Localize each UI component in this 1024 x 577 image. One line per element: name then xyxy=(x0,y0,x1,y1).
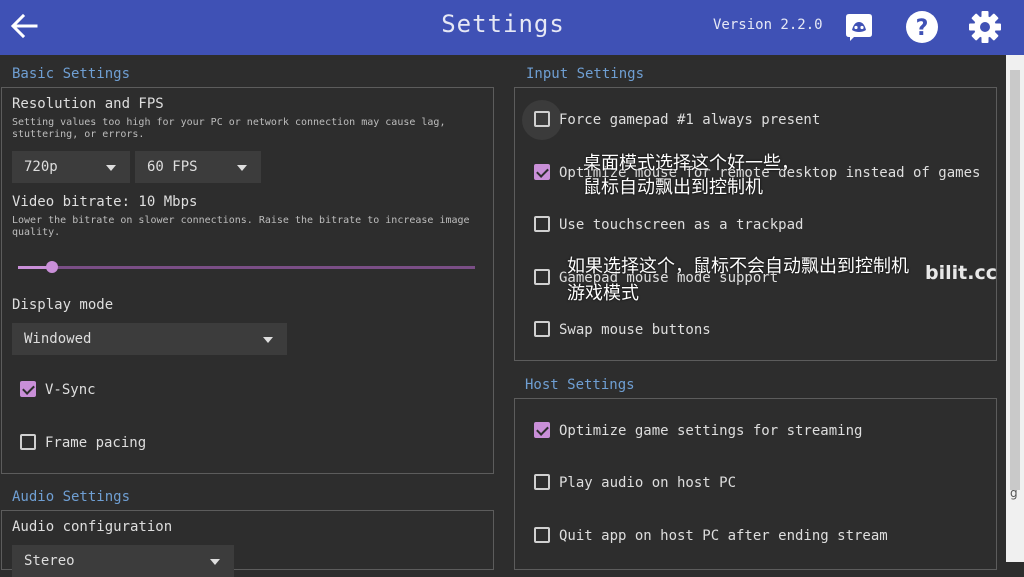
chevron-down-icon xyxy=(106,165,116,171)
display-mode-value: Windowed xyxy=(24,331,92,347)
help-icon[interactable]: ? xyxy=(905,10,939,44)
annotation-note-desktop-line1: 桌面模式选择这个好一些， xyxy=(583,153,799,174)
svg-text:?: ? xyxy=(916,16,929,41)
annotation-note-game-line2: 游戏模式 xyxy=(567,283,639,304)
touchscreen-trackpad-checkbox[interactable] xyxy=(534,216,550,232)
gamepad-mouse-checkbox[interactable] xyxy=(534,269,550,285)
host-settings-title: Host Settings xyxy=(525,377,635,393)
play-audio-host-label: Play audio on host PC xyxy=(559,475,737,491)
bitrate-hint-line2: quality. xyxy=(12,227,61,238)
touchscreen-trackpad-label: Use touchscreen as a trackpad xyxy=(559,217,804,233)
bitrate-label: Video bitrate: 10 Mbps xyxy=(12,194,198,210)
audio-config-dropdown[interactable]: Stereo xyxy=(12,545,234,577)
basic-settings-title: Basic Settings xyxy=(12,66,131,82)
annotation-note-game-line1: 如果选择这个，鼠标不会自动飘出到控制机 xyxy=(567,256,909,277)
frame-pacing-label: Frame pacing xyxy=(45,435,147,451)
resolution-fps-label: Resolution and FPS xyxy=(12,96,164,112)
resolution-hint-line2: stuttering, or errors. xyxy=(12,129,145,140)
swap-mouse-label: Swap mouse buttons xyxy=(559,322,711,338)
resolution-dropdown[interactable]: 720p xyxy=(12,151,130,183)
version-label: Version 2.2.0 xyxy=(713,17,823,33)
resolution-value: 720p xyxy=(24,159,58,175)
resolution-hint-line1: Setting values too high for your PC or n… xyxy=(12,117,446,128)
gear-icon[interactable] xyxy=(968,10,1002,44)
display-mode-label: Display mode xyxy=(12,297,114,313)
optimize-game-label: Optimize game settings for streaming xyxy=(559,423,863,439)
basic-settings-panel xyxy=(1,87,494,474)
frame-pacing-checkbox[interactable] xyxy=(20,434,36,450)
audio-settings-title: Audio Settings xyxy=(12,489,131,505)
annotation-note-desktop-line2: 鼠标自动飘出到控制机 xyxy=(583,177,763,198)
audio-config-value: Stereo xyxy=(24,553,75,569)
fps-value: 60 FPS xyxy=(147,159,198,175)
force-gamepad-checkbox[interactable] xyxy=(534,111,550,127)
watermark-text: bilit.cc xyxy=(925,262,997,284)
chevron-down-icon xyxy=(210,559,220,565)
play-audio-host-checkbox[interactable] xyxy=(534,474,550,490)
vsync-label: V-Sync xyxy=(45,382,96,398)
scrollbar-marker: g xyxy=(1010,486,1018,500)
audio-config-label: Audio configuration xyxy=(12,519,173,535)
input-settings-title: Input Settings xyxy=(526,66,645,82)
discord-icon[interactable] xyxy=(842,10,876,44)
vsync-checkbox[interactable] xyxy=(20,381,36,397)
bitrate-hint-line1: Lower the bitrate on slower connections.… xyxy=(12,215,470,226)
app-header: Settings Version 2.2.0 ? xyxy=(0,0,1024,55)
display-mode-dropdown[interactable]: Windowed xyxy=(12,323,287,355)
swap-mouse-checkbox[interactable] xyxy=(534,321,550,337)
bitrate-slider-handle[interactable] xyxy=(46,261,58,273)
force-gamepad-label: Force gamepad #1 always present xyxy=(559,112,821,128)
quit-app-checkbox[interactable] xyxy=(534,527,550,543)
fps-dropdown[interactable]: 60 FPS xyxy=(135,151,261,183)
scrollbar-thumb[interactable] xyxy=(1010,70,1020,490)
chevron-down-icon xyxy=(237,165,247,171)
quit-app-label: Quit app on host PC after ending stream xyxy=(559,528,888,544)
bitrate-slider-track[interactable] xyxy=(18,266,475,269)
optimize-mouse-checkbox[interactable] xyxy=(534,164,550,180)
optimize-game-checkbox[interactable] xyxy=(534,422,550,438)
chevron-down-icon xyxy=(263,337,273,343)
